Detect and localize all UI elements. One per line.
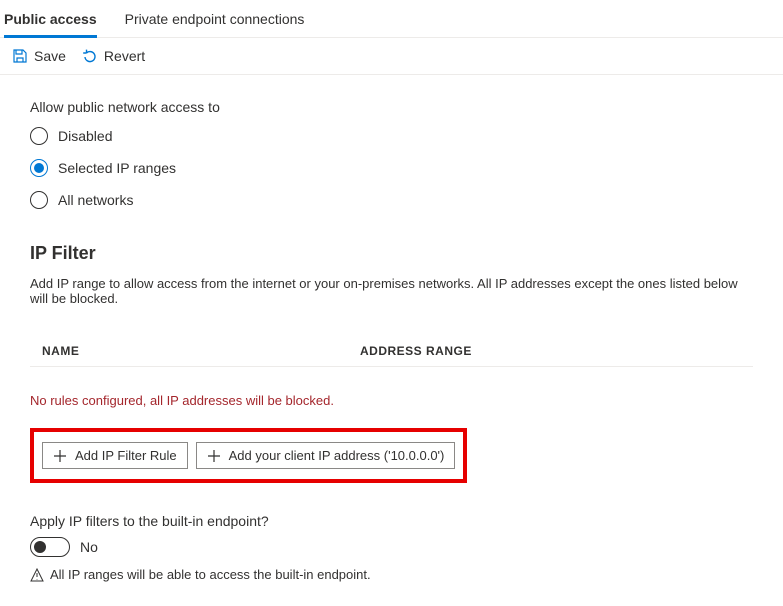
revert-icon bbox=[82, 48, 98, 64]
toggle-state: No bbox=[80, 539, 98, 555]
radio-label: All networks bbox=[58, 192, 133, 208]
public-access-label: Allow public network access to bbox=[30, 99, 753, 115]
plus-icon bbox=[207, 449, 221, 463]
radio-icon bbox=[30, 127, 48, 145]
revert-button[interactable]: Revert bbox=[82, 48, 145, 64]
public-access-radio-group: Disabled Selected IP ranges All networks bbox=[30, 127, 753, 209]
add-client-ip-button[interactable]: Add your client IP address ('10.0.0.0') bbox=[196, 442, 456, 469]
tab-public-access[interactable]: Public access bbox=[4, 5, 97, 38]
radio-selected-ip-ranges[interactable]: Selected IP ranges bbox=[30, 159, 753, 177]
apply-builtin-toggle[interactable] bbox=[30, 537, 70, 557]
ip-filter-heading: IP Filter bbox=[30, 243, 753, 264]
content-area: Allow public network access to Disabled … bbox=[0, 75, 783, 606]
warning-icon bbox=[30, 568, 44, 582]
radio-disabled[interactable]: Disabled bbox=[30, 127, 753, 145]
ip-filter-table-header: NAME ADDRESS RANGE bbox=[30, 336, 753, 367]
empty-rules-message: No rules configured, all IP addresses wi… bbox=[30, 393, 753, 408]
save-button[interactable]: Save bbox=[12, 48, 66, 64]
highlight-box: Add IP Filter Rule Add your client IP ad… bbox=[30, 428, 467, 483]
button-label: Add your client IP address ('10.0.0.0') bbox=[229, 448, 445, 463]
add-ip-filter-rule-button[interactable]: Add IP Filter Rule bbox=[42, 442, 188, 469]
info-text: All IP ranges will be able to access the… bbox=[50, 567, 371, 582]
button-label: Add IP Filter Rule bbox=[75, 448, 177, 463]
column-name: NAME bbox=[30, 344, 360, 358]
revert-label: Revert bbox=[104, 48, 145, 64]
apply-builtin-label: Apply IP filters to the built-in endpoin… bbox=[30, 513, 753, 529]
save-label: Save bbox=[34, 48, 66, 64]
radio-label: Disabled bbox=[58, 128, 112, 144]
tabs-bar: Public access Private endpoint connectio… bbox=[0, 0, 783, 38]
ip-filter-description: Add IP range to allow access from the in… bbox=[30, 276, 753, 306]
toggle-knob bbox=[34, 541, 46, 553]
tab-private-endpoint-connections[interactable]: Private endpoint connections bbox=[125, 5, 305, 38]
column-address-range: ADDRESS RANGE bbox=[360, 344, 753, 358]
radio-icon bbox=[30, 159, 48, 177]
radio-icon bbox=[30, 191, 48, 209]
apply-builtin-toggle-row: No bbox=[30, 537, 753, 557]
toolbar: Save Revert bbox=[0, 38, 783, 75]
radio-label: Selected IP ranges bbox=[58, 160, 176, 176]
apply-builtin-info: All IP ranges will be able to access the… bbox=[30, 567, 753, 582]
plus-icon bbox=[53, 449, 67, 463]
save-icon bbox=[12, 48, 28, 64]
radio-all-networks[interactable]: All networks bbox=[30, 191, 753, 209]
